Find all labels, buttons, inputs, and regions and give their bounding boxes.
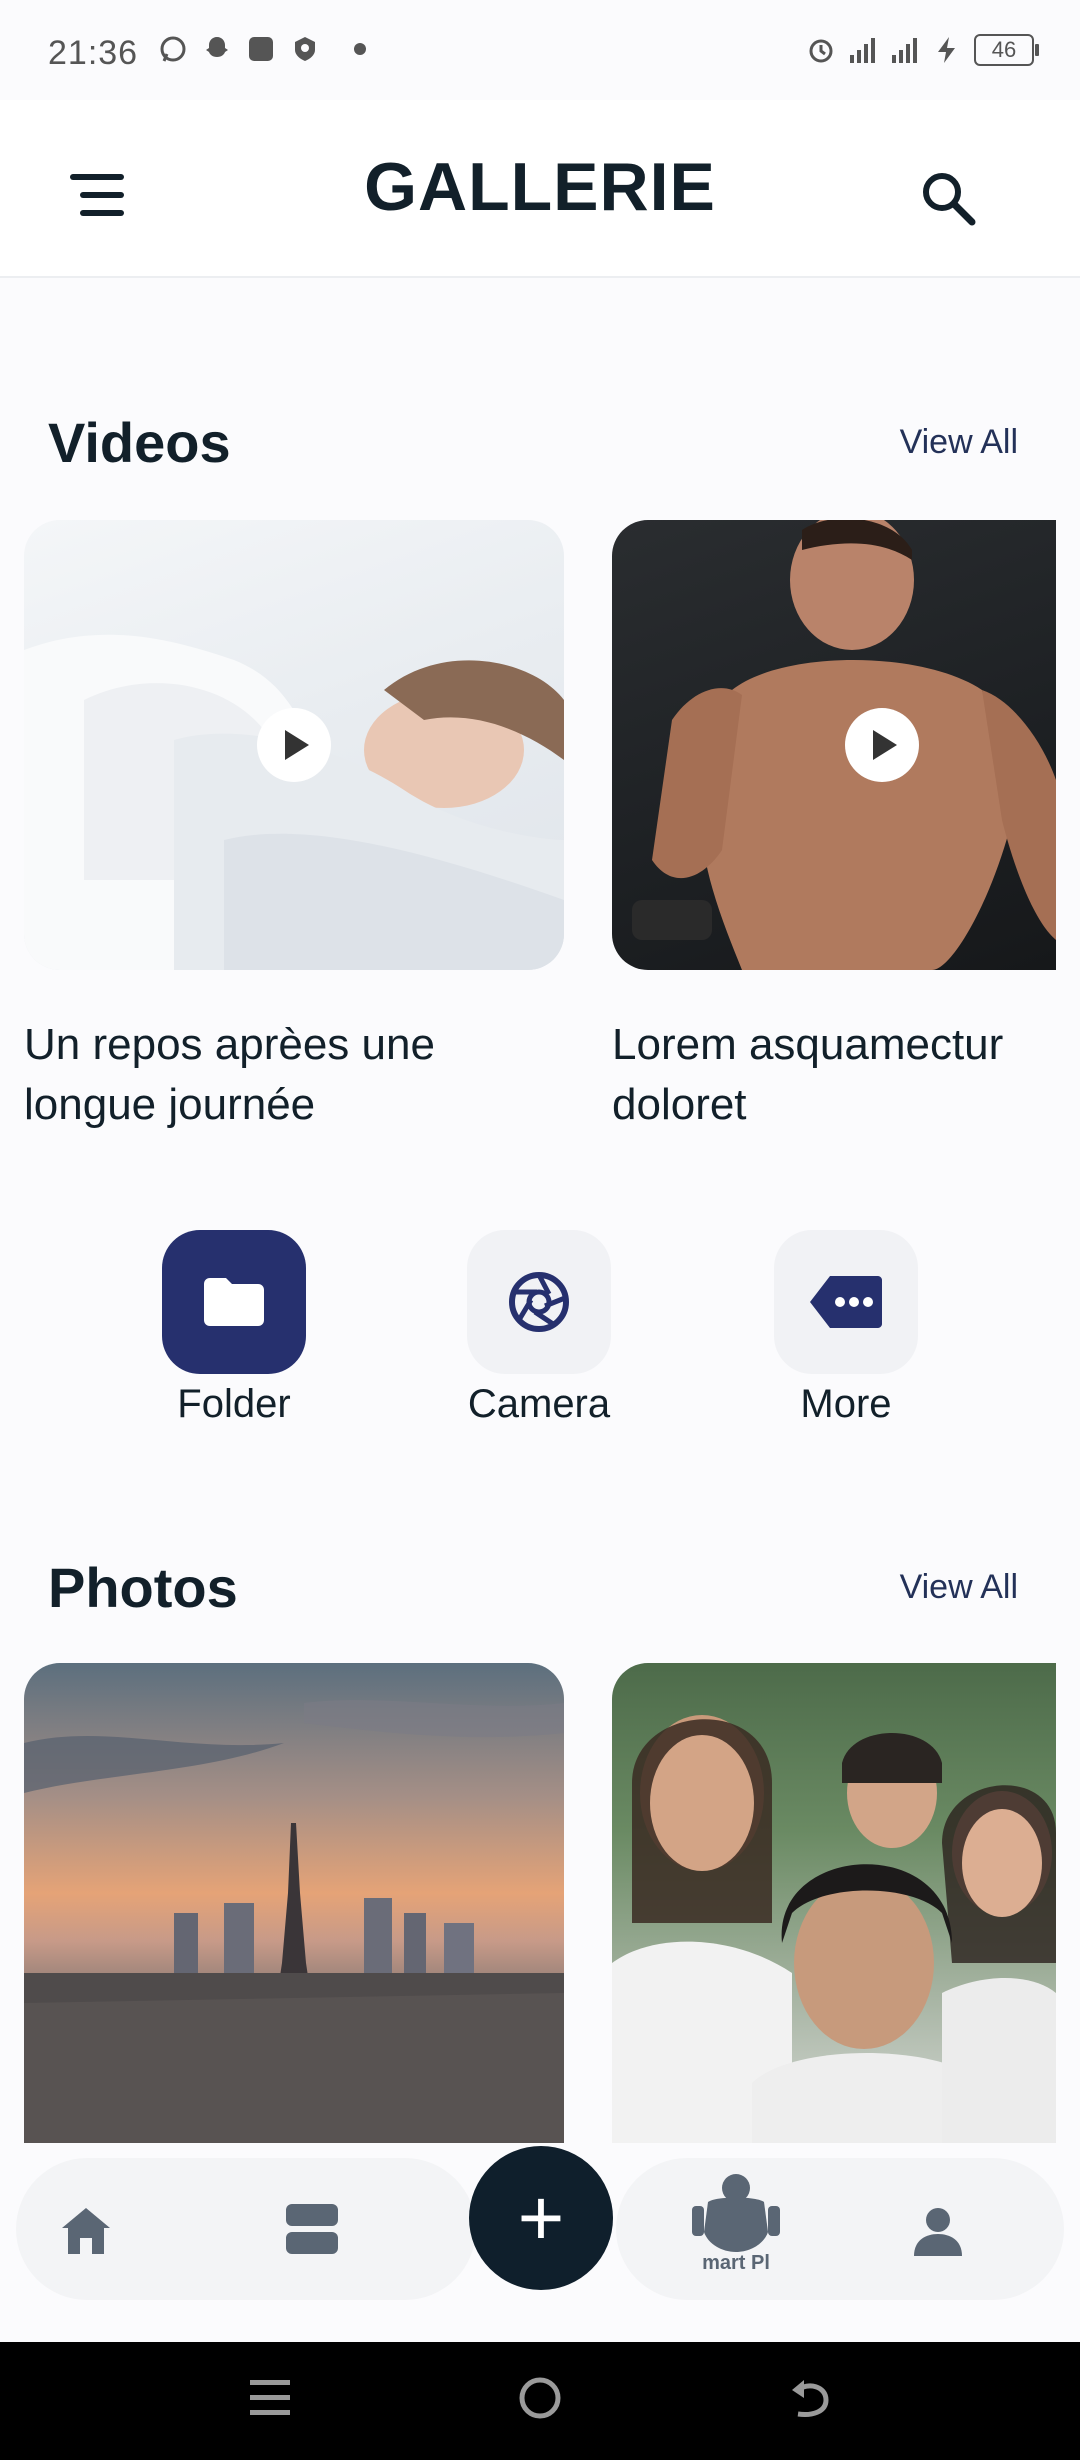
video-caption: Un repos aprèes une longue journée [24,1015,435,1135]
video-caption-line: Lorem asquamectur [612,1020,1004,1069]
profile-icon[interactable] [908,2200,968,2260]
videos-header: Videos View All [48,410,1018,475]
camera-tile[interactable] [467,1230,611,1374]
smart-play-button[interactable]: mart Pl [686,2172,786,2282]
add-button[interactable]: + [469,2146,613,2290]
photos-view-all-link[interactable]: View All [900,1568,1018,1607]
whatsapp-icon [160,36,186,62]
video-caption-line: longue journée [24,1080,316,1129]
search-icon[interactable] [916,166,980,230]
home-circle-icon[interactable] [518,2376,562,2420]
photo-thumbnail-image [24,1700,564,2143]
more-label: More [800,1382,892,1426]
battery-icon: 46 [974,34,1039,66]
status-time: 21:36 [48,34,139,72]
play-icon[interactable] [257,708,331,782]
smart-play-icon [692,2174,780,2252]
videos-title: Videos [48,411,231,474]
photos-header: Photos View All [48,1555,1018,1620]
folder-button[interactable]: Folder [134,1230,334,1427]
more-tile[interactable] [774,1230,918,1374]
folder-tile[interactable] [162,1230,306,1374]
video-caption: Lorem asquamectur doloret [612,1015,1003,1135]
more-tag-icon [810,1276,882,1328]
smart-play-label: mart Pl [702,2252,770,2274]
add-icon: + [517,2173,565,2262]
charging-icon [938,37,955,63]
video-caption-line: doloret [612,1080,747,1129]
battery-level: 46 [991,37,1017,62]
grid-icon[interactable] [282,2200,342,2260]
video-thumbnail[interactable] [612,520,1056,970]
video-caption-line: Un repos aprèes une [24,1020,435,1069]
photos-title: Photos [48,1556,238,1619]
system-nav-bar [0,2342,1080,2460]
video-thumbnail[interactable] [24,520,564,970]
camera-aperture-icon [509,1272,569,1332]
dot-icon [354,43,366,55]
more-button[interactable]: More [746,1230,946,1427]
signal-icon [892,38,917,63]
shield-icon [295,37,315,61]
play-icon[interactable] [845,708,919,782]
photo-thumbnail-image [612,1715,1056,2143]
app-square-icon [249,37,273,61]
folder-label: Folder [177,1382,291,1426]
camera-label: Camera [467,1382,611,1426]
photo-thumbnail[interactable] [24,1663,564,2143]
app-bar: GALLERIE [0,100,1080,278]
back-icon[interactable] [788,2376,832,2420]
signal-icon [850,38,875,63]
recent-apps-icon[interactable] [250,2376,290,2420]
videos-view-all-link[interactable]: View All [900,423,1018,462]
video-thumbnail-image [632,520,1056,970]
camera-button[interactable]: Camera [439,1230,639,1427]
alarm-icon [809,39,833,63]
folder-icon [204,1278,264,1326]
bottom-nav-right-pill [616,2158,1064,2300]
status-bar: 21:36 46 [0,0,1080,100]
home-icon[interactable] [56,2200,116,2260]
snapchat-icon [206,37,228,57]
photo-thumbnail[interactable] [612,1663,1056,2143]
